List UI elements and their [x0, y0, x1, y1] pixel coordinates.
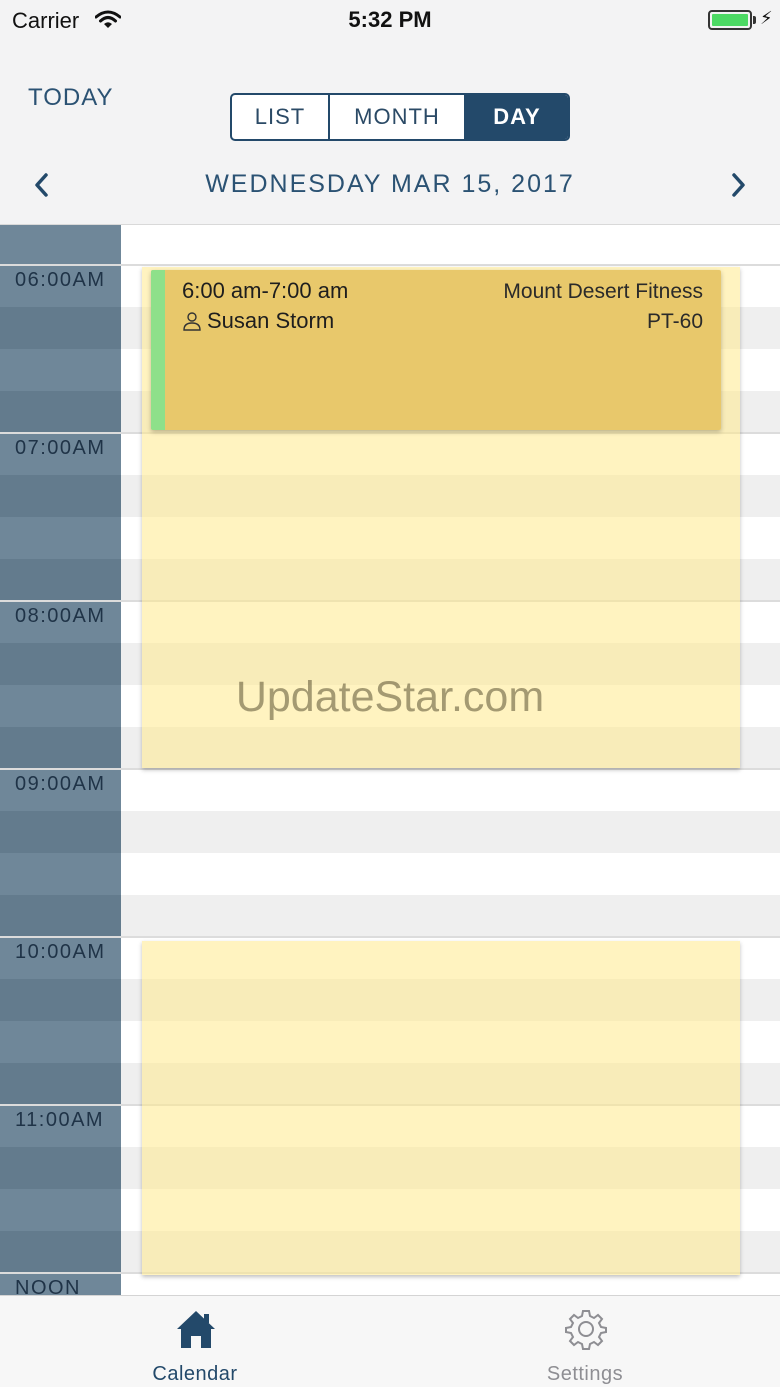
event-location: Mount Desert Fitness	[503, 280, 703, 303]
tab-bar: Calendar Settings	[0, 1295, 780, 1387]
tab-month[interactable]: MONTH	[330, 95, 466, 139]
view-switcher: LIST MONTH DAY	[230, 93, 570, 141]
tab-day[interactable]: DAY	[466, 95, 568, 139]
date-title: WEDNESDAY MAR 15, 2017	[205, 170, 575, 198]
day-timeline[interactable]: 06:00AM 07:00AM 08:00AM 09:00AM 10:00AM …	[0, 224, 780, 1295]
appointment-card[interactable]: 6:00 am-7:00 am Susan Storm Mount Desert…	[151, 270, 721, 430]
battery-icon	[708, 10, 752, 30]
event-time: 6:00 am-7:00 am	[182, 278, 349, 303]
charging-bolt-icon: ⚡︎	[760, 8, 773, 28]
battery-cap	[753, 16, 756, 24]
clock: 5:32 PM	[348, 7, 432, 32]
person-icon	[183, 312, 201, 331]
hour-label: NOON	[15, 1277, 81, 1295]
home-icon	[177, 1311, 215, 1348]
hour-label: 06:00AM	[15, 269, 106, 291]
hour-label: 07:00AM	[15, 437, 106, 459]
tab-settings-label: Settings	[546, 1363, 624, 1385]
event-client-name: Susan Storm	[207, 308, 335, 333]
tab-calendar-label: Calendar	[152, 1363, 238, 1385]
hour-label: 08:00AM	[15, 605, 106, 627]
event-status-bar	[151, 270, 165, 430]
tab-settings[interactable]: Settings	[390, 1296, 780, 1387]
availability-block[interactable]	[142, 941, 740, 1275]
watermark: UpdateStar.com	[235, 673, 545, 721]
event-service: PT-60	[646, 310, 703, 333]
tab-list[interactable]: LIST	[232, 95, 330, 139]
hour-label: 09:00AM	[15, 773, 106, 795]
today-button[interactable]: TODAY	[28, 84, 113, 112]
event-client: Susan Storm	[182, 308, 334, 334]
chevron-right-icon[interactable]	[728, 172, 748, 198]
gear-icon	[565, 1310, 607, 1350]
hour-label: 10:00AM	[15, 941, 106, 963]
hour-label: 11:00AM	[15, 1109, 105, 1131]
status-bar: Carrier 5:32 PM ⚡︎	[0, 0, 780, 40]
tab-calendar[interactable]: Calendar	[0, 1296, 390, 1387]
